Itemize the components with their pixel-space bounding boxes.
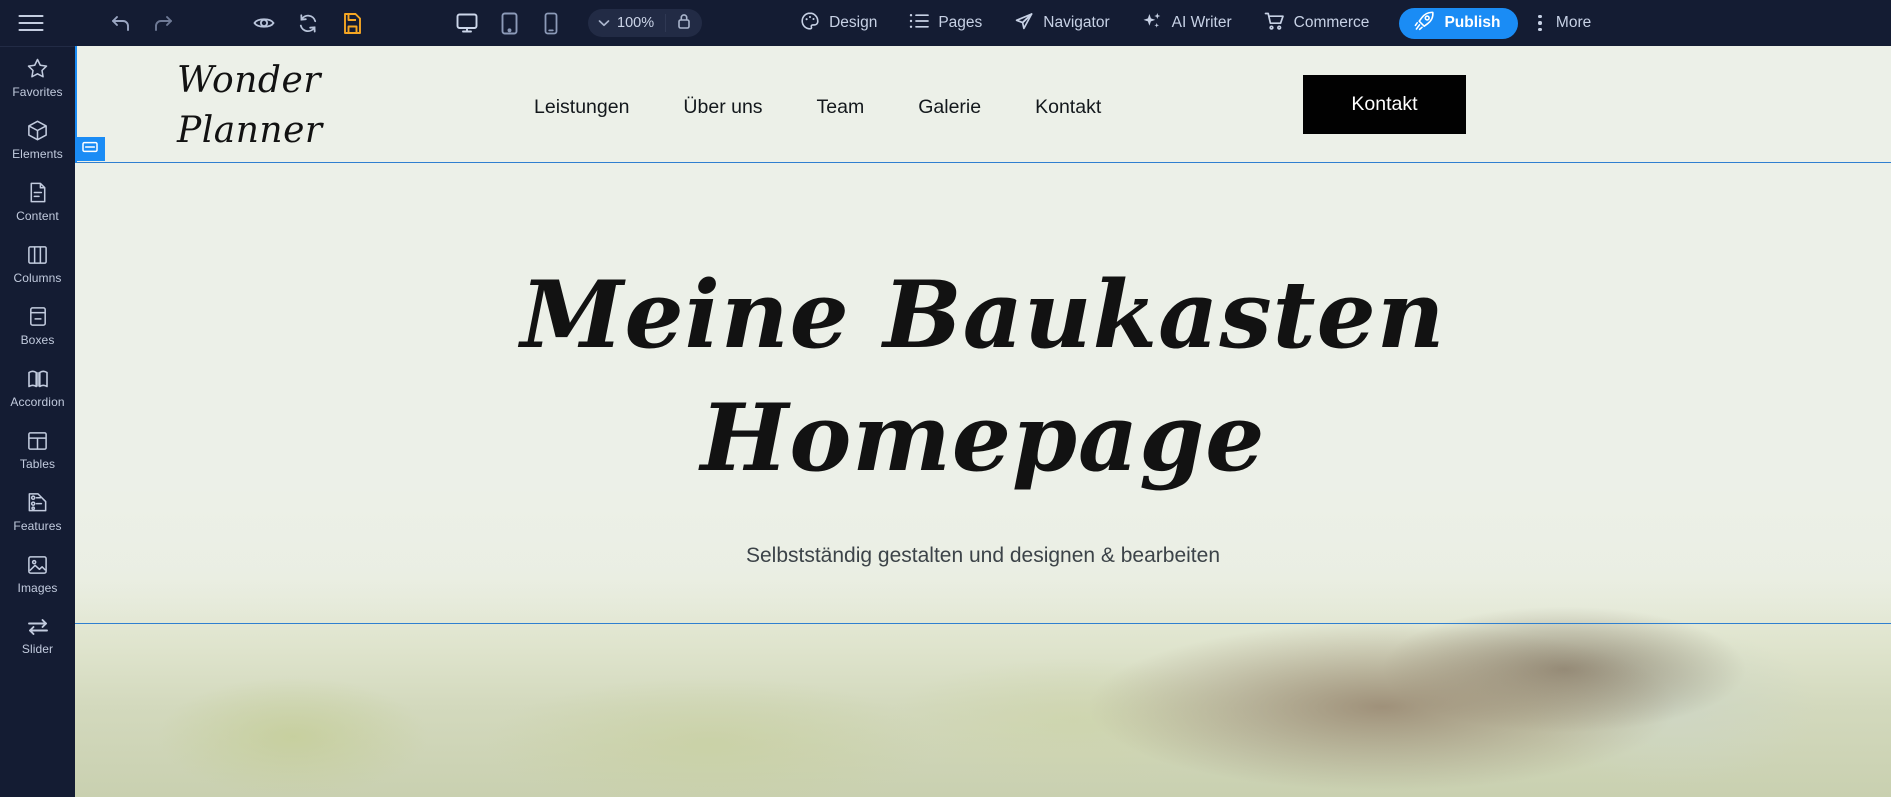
toolbar-item-commerce[interactable]: Commerce	[1248, 0, 1386, 46]
publish-label: Publish	[1444, 14, 1501, 31]
image-icon	[26, 554, 49, 576]
left-sidebar: Favorites Elements Content Columns Boxes…	[0, 46, 75, 797]
paper-plane-icon	[1014, 11, 1034, 36]
sidebar-item-features[interactable]: Features	[0, 481, 75, 543]
nav-link-galerie[interactable]: Galerie	[891, 96, 1008, 119]
contact-cta-label: Kontakt	[1351, 93, 1418, 115]
hamburger-menu-button[interactable]	[0, 0, 62, 46]
desktop-view-button[interactable]	[446, 0, 488, 46]
sidebar-label-images: Images	[17, 580, 58, 595]
features-icon	[26, 491, 49, 514]
sidebar-item-accordion[interactable]: Accordion	[0, 357, 75, 419]
nav-link-ueber-uns[interactable]: Über uns	[656, 96, 789, 119]
sidebar-item-tables[interactable]: Tables	[0, 419, 75, 481]
hero-title-line1: Meine Baukasten	[520, 260, 1446, 369]
save-button[interactable]	[330, 0, 374, 46]
nav-link-kontakt[interactable]: Kontakt	[1008, 96, 1128, 119]
star-icon	[26, 57, 49, 80]
redo-arrow-icon	[152, 13, 174, 33]
hamburger-icon	[18, 14, 44, 32]
toolbar-label-ai-writer: AI Writer	[1171, 14, 1232, 31]
sidebar-item-favorites[interactable]: Favorites	[0, 47, 75, 109]
more-button[interactable]: More	[1524, 0, 1601, 46]
cube-icon	[26, 119, 49, 142]
toolbar-label-navigator: Navigator	[1043, 14, 1110, 31]
sidebar-item-columns[interactable]: Columns	[0, 233, 75, 295]
toolbar-item-ai-writer[interactable]: AI Writer	[1126, 0, 1248, 46]
box-icon	[27, 305, 49, 328]
redo-button[interactable]	[142, 0, 184, 46]
eye-icon	[252, 13, 276, 33]
preview-button[interactable]	[242, 0, 286, 46]
sidebar-label-content: Content	[16, 209, 59, 223]
sidebar-item-slider[interactable]: Slider	[0, 605, 75, 667]
toolbar-label-pages: Pages	[938, 14, 983, 31]
toolbar-item-navigator[interactable]: Navigator	[998, 0, 1125, 46]
refresh-icon	[297, 13, 319, 34]
website-canvas[interactable]: Wonder Planner Leistungen Über uns Team …	[75, 46, 1891, 797]
top-toolbar: 100% Design Pages Navigator AI Writer Co…	[0, 0, 1891, 46]
contact-cta-button[interactable]: Kontakt	[1303, 75, 1466, 134]
palette-icon	[800, 11, 820, 36]
document-icon	[27, 181, 49, 204]
nav-link-team[interactable]: Team	[790, 96, 892, 119]
sidebar-label-columns: Columns	[13, 270, 62, 285]
sidebar-item-images[interactable]: Images	[0, 543, 75, 605]
list-icon	[909, 13, 930, 34]
sidebar-label-favorites: Favorites	[12, 85, 63, 99]
sidebar-item-elements[interactable]: Elements	[0, 109, 75, 171]
sidebar-label-boxes: Boxes	[20, 333, 55, 347]
more-label: More	[1555, 14, 1592, 31]
rocket-icon	[1414, 11, 1435, 36]
vertical-dots-icon	[1530, 14, 1550, 32]
chevron-down-icon	[598, 15, 610, 31]
sparkle-icon	[1142, 11, 1163, 36]
hero-subtitle[interactable]: Selbstständig gestalten und designen & b…	[75, 544, 1891, 568]
shopping-cart-icon	[1264, 11, 1285, 36]
nav-link-leistungen[interactable]: Leistungen	[507, 96, 656, 119]
zoom-level-value: 100%	[617, 15, 655, 31]
reload-button[interactable]	[286, 0, 330, 46]
section-selection-handle[interactable]	[75, 137, 105, 161]
tablet-icon	[500, 12, 519, 35]
hero-title[interactable]: Meine Baukasten Homepage	[75, 254, 1891, 500]
sidebar-label-features: Features	[13, 519, 62, 533]
toolbar-item-design[interactable]: Design	[784, 0, 893, 46]
sidebar-label-slider: Slider	[21, 641, 54, 656]
mobile-view-button[interactable]	[530, 0, 572, 46]
main-navigation: Leistungen Über uns Team Galerie Kontakt	[507, 96, 1128, 119]
sidebar-label-tables: Tables	[19, 456, 56, 471]
mobile-phone-icon	[543, 12, 559, 35]
site-header-inner: Wonder Planner Leistungen Über uns Team …	[77, 46, 1891, 162]
section-handle-icon	[82, 140, 98, 158]
site-logo-line1: Wonder	[177, 60, 321, 101]
toolbar-label-design: Design	[829, 14, 878, 31]
undo-button[interactable]	[100, 0, 142, 46]
save-file-icon	[342, 12, 363, 35]
zoom-dropdown[interactable]: 100%	[588, 15, 665, 31]
toolbar-label-commerce: Commerce	[1293, 14, 1370, 31]
zoom-control: 100%	[588, 9, 703, 37]
columns-icon	[26, 244, 49, 266]
desktop-monitor-icon	[455, 12, 479, 34]
slider-arrows-icon	[26, 617, 50, 637]
zoom-lock-button[interactable]	[666, 13, 702, 34]
toolbar-item-pages[interactable]: Pages	[893, 0, 998, 46]
table-icon	[26, 430, 49, 452]
undo-arrow-icon	[110, 13, 132, 33]
accordion-icon	[26, 368, 50, 390]
sidebar-item-boxes[interactable]: Boxes	[0, 295, 75, 357]
tablet-view-button[interactable]	[488, 0, 530, 46]
sidebar-item-content[interactable]: Content	[0, 171, 75, 233]
hero-section[interactable]: Meine Baukasten Homepage Selbstständig g…	[75, 164, 1891, 624]
hero-title-line2: Homepage	[700, 382, 1266, 492]
site-logo-line2: Planner	[177, 109, 323, 151]
publish-button[interactable]: Publish	[1399, 7, 1519, 39]
lock-icon	[677, 13, 691, 34]
site-logo[interactable]: Wonder Planner	[177, 56, 417, 155]
site-header-section[interactable]: Wonder Planner Leistungen Über uns Team …	[75, 46, 1891, 163]
sidebar-label-accordion: Accordion	[10, 394, 65, 409]
sidebar-label-elements: Elements	[12, 147, 63, 161]
